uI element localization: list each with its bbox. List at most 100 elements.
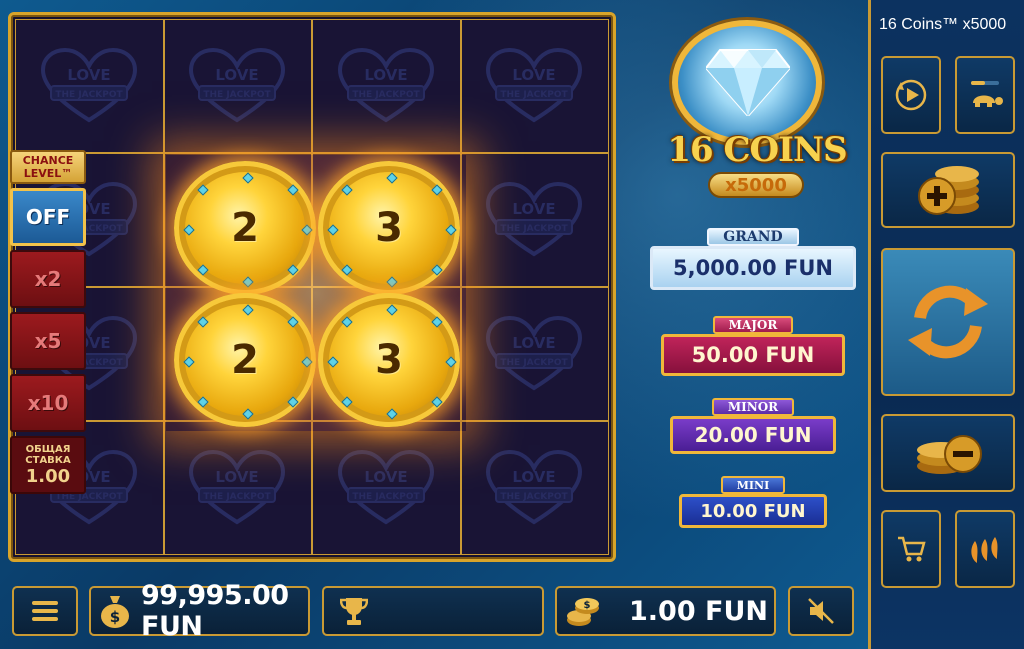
ghost-symbol-line2: THE JACKPOT bbox=[352, 492, 420, 502]
turbo-button[interactable] bbox=[955, 56, 1015, 134]
jackpot-mini: MINI 10.00 FUN bbox=[679, 476, 827, 528]
heart-jackpot-symbol: LOVE THE JACKPOT bbox=[185, 46, 290, 126]
gem-stud bbox=[242, 304, 254, 316]
coin-win-block: 2 3 2 3 bbox=[166, 155, 466, 431]
gem-stud bbox=[386, 172, 398, 184]
sound-toggle-button[interactable] bbox=[788, 586, 854, 636]
heart-jackpot-symbol: LOVE THE JACKPOT bbox=[185, 448, 290, 528]
ghost-symbol-line1: LOVE bbox=[513, 200, 556, 218]
chance-level-title: CHANCE LEVEL™ bbox=[10, 150, 86, 184]
total-stake-label: ОБЩАЯ СТАВКА bbox=[25, 443, 71, 466]
gem-stud bbox=[242, 408, 254, 420]
gem-stud bbox=[287, 396, 299, 408]
gem-stud bbox=[287, 264, 299, 276]
balance-value: 99,995.00 FUN bbox=[141, 580, 289, 642]
chance-x10-button[interactable]: x10 bbox=[10, 374, 86, 432]
total-stake-box: ОБЩАЯ СТАВКА 1.00 bbox=[10, 436, 86, 494]
game-area: LOVE THE JACKPOT LOVE THE JACKPOT LOVE THE JA… bbox=[0, 0, 868, 649]
volatility-button[interactable] bbox=[955, 510, 1015, 588]
reel-cell: LOVE THE JACKPOT bbox=[15, 19, 164, 153]
heart-jackpot-symbol: LOVE THE JACKPOT bbox=[482, 180, 587, 260]
gem-stud bbox=[341, 184, 353, 196]
heart-jackpot-symbol: LOVE THE JACKPOT bbox=[334, 46, 439, 126]
coin-value: 3 bbox=[375, 337, 403, 383]
reel-cell: LOVE THE JACKPOT bbox=[163, 421, 312, 555]
heart-icon: LOVE THE JACKPOT bbox=[189, 449, 286, 525]
gem-stud bbox=[445, 224, 457, 236]
reel-frame: LOVE THE JACKPOT LOVE THE JACKPOT LOVE THE JA… bbox=[8, 12, 616, 562]
chance-off-button[interactable]: OFF bbox=[10, 188, 86, 246]
jackpot-minor-label: MINOR bbox=[711, 398, 795, 416]
gem-stud bbox=[445, 356, 457, 368]
shop-button[interactable] bbox=[881, 510, 941, 588]
ghost-symbol-line1: LOVE bbox=[364, 468, 407, 486]
bet-display: $ 1.00 FUN bbox=[555, 586, 776, 636]
logo-multiplier: x5000 bbox=[708, 172, 804, 198]
jackpot-minor-value: 20.00 FUN bbox=[670, 416, 836, 454]
coins-icon: $ bbox=[565, 594, 601, 628]
chance-x5-button[interactable]: x5 bbox=[10, 312, 86, 370]
jackpot-major-label: MAJOR bbox=[712, 316, 794, 334]
jackpot-grand-label: GRAND bbox=[707, 228, 799, 246]
gem-stud bbox=[197, 184, 209, 196]
game-title: 16 Coins™ x5000 bbox=[879, 16, 1007, 33]
gem-stud bbox=[431, 316, 443, 328]
jackpot-mini-label: MINI bbox=[720, 476, 786, 494]
gem-stud bbox=[431, 264, 443, 276]
ghost-symbol-line1: LOVE bbox=[216, 66, 259, 84]
reel-cell: LOVE THE JACKPOT bbox=[460, 421, 609, 555]
ghost-symbol-line2: THE JACKPOT bbox=[55, 90, 123, 100]
ghost-symbol-line2: THE JACKPOT bbox=[501, 224, 569, 234]
coin-symbol: 2 bbox=[174, 293, 316, 427]
ghost-symbol-line2: THE JACKPOT bbox=[501, 90, 569, 100]
diamond-emblem bbox=[672, 20, 822, 145]
bet-increase-button[interactable] bbox=[881, 152, 1015, 228]
reel-cell: LOVE THE JACKPOT bbox=[460, 19, 609, 153]
gem-stud bbox=[197, 316, 209, 328]
gem-stud bbox=[386, 276, 398, 288]
coin-value: 2 bbox=[231, 337, 259, 383]
coin-symbol: 3 bbox=[318, 293, 460, 427]
bet-decrease-button[interactable] bbox=[881, 414, 1015, 492]
control-sidebar: 16 Coins™ x5000 bbox=[868, 0, 1024, 649]
ghost-symbol-line1: LOVE bbox=[216, 468, 259, 486]
heart-jackpot-symbol: LOVE THE JACKPOT bbox=[37, 46, 142, 126]
reel-cell: LOVE THE JACKPOT bbox=[460, 287, 609, 421]
heart-icon: LOVE THE JACKPOT bbox=[486, 449, 583, 525]
trophy-icon bbox=[340, 596, 368, 626]
heart-jackpot-symbol: LOVE THE JACKPOT bbox=[482, 46, 587, 126]
jackpot-grand-value: 5,000.00 FUN bbox=[650, 246, 856, 290]
heart-icon: LOVE THE JACKPOT bbox=[189, 47, 286, 123]
reel-cell: LOVE THE JACKPOT bbox=[312, 19, 461, 153]
gem-stud bbox=[301, 356, 313, 368]
gem-stud bbox=[386, 304, 398, 316]
gem-stud bbox=[327, 356, 339, 368]
chance-x2-button[interactable]: x2 bbox=[10, 250, 86, 308]
game-logo: 16 COINS x5000 bbox=[650, 18, 864, 198]
heart-icon: LOVE THE JACKPOT bbox=[337, 449, 434, 525]
gem-stud bbox=[287, 184, 299, 196]
heart-jackpot-symbol: LOVE THE JACKPOT bbox=[482, 314, 587, 394]
cart-icon bbox=[896, 535, 926, 563]
jackpot-major-value: 50.00 FUN bbox=[661, 334, 845, 376]
heart-icon: LOVE THE JACKPOT bbox=[486, 47, 583, 123]
svg-text:$: $ bbox=[110, 608, 120, 626]
heart-jackpot-symbol: LOVE THE JACKPOT bbox=[334, 448, 439, 528]
heart-icon: LOVE THE JACKPOT bbox=[486, 315, 583, 391]
spin-button[interactable] bbox=[881, 248, 1015, 396]
gem-stud bbox=[183, 356, 195, 368]
logo-title: 16 COINS bbox=[667, 130, 847, 170]
gem-stud bbox=[242, 172, 254, 184]
chance-level-panel: CHANCE LEVEL™ OFF x2 x5 x10 ОБЩАЯ СТАВКА… bbox=[10, 150, 88, 494]
gem-stud bbox=[327, 224, 339, 236]
reel-cell: LOVE THE JACKPOT bbox=[163, 19, 312, 153]
gem-stud bbox=[341, 264, 353, 276]
trophy-button[interactable] bbox=[322, 586, 544, 636]
menu-button[interactable] bbox=[12, 586, 78, 636]
heart-icon: LOVE THE JACKPOT bbox=[337, 47, 434, 123]
autoplay-button[interactable] bbox=[881, 56, 941, 134]
ghost-symbol-line1: LOVE bbox=[513, 334, 556, 352]
ghost-symbol-line2: THE JACKPOT bbox=[501, 492, 569, 502]
reel-cell: LOVE THE JACKPOT bbox=[312, 421, 461, 555]
jackpot-major: MAJOR 50.00 FUN bbox=[661, 316, 845, 376]
